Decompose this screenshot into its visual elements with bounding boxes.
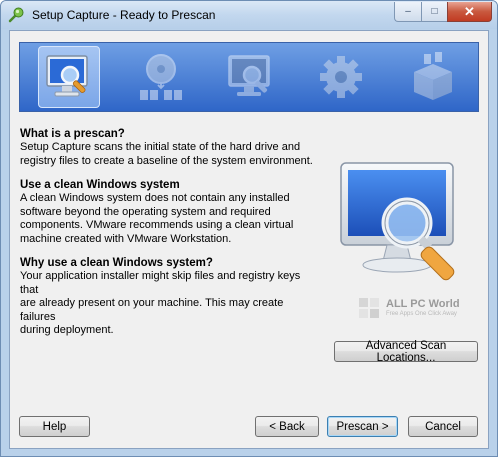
title-bar[interactable]: Setup Capture - Ready to Prescan – □ ✕	[1, 1, 497, 29]
step-prescan	[38, 46, 100, 108]
maximize-icon: □	[431, 6, 438, 17]
close-button[interactable]: ✕	[447, 2, 492, 22]
wizard-panel: What is a prescan? Setup Capture scans t…	[9, 30, 489, 449]
step-configure	[310, 46, 372, 108]
minimize-icon: –	[405, 6, 411, 17]
step-build	[402, 46, 464, 108]
close-icon: ✕	[464, 3, 475, 19]
section-text-line: during deployment.	[20, 324, 114, 336]
advanced-scan-locations-button[interactable]: Advanced Scan Locations...	[334, 340, 478, 364]
section-text-line: A clean Windows system does not contain …	[20, 192, 290, 204]
maximize-button[interactable]: □	[421, 2, 447, 22]
section-text-line: are already present on your machine. Thi…	[20, 297, 284, 323]
section-why-clean-system: Why use a clean Windows system? Your app…	[20, 257, 320, 338]
back-button[interactable]: < Back	[255, 416, 319, 437]
disc-files-icon	[140, 54, 182, 100]
package-box-icon	[414, 52, 452, 100]
watermark: ALL PC World Free Apps One Click Away	[358, 293, 478, 323]
section-text-line: Setup Capture scans the initial state of…	[20, 141, 301, 153]
section-text-line: machine created with VMware Workstation.	[20, 232, 232, 245]
watermark-logo-icon	[359, 298, 379, 318]
section-text-line: components. VMware recommends using a cl…	[20, 219, 294, 231]
description-content: What is a prescan? Setup Capture scans t…	[20, 128, 320, 349]
section-heading: Use a clean Windows system	[20, 179, 180, 191]
section-text-line: software beyond the operating system and…	[20, 205, 271, 218]
monitor-magnifier-illustration-icon	[340, 162, 455, 281]
wizard-steps-banner	[19, 42, 479, 112]
cancel-button[interactable]: Cancel	[408, 416, 478, 437]
app-icon	[8, 7, 24, 23]
section-clean-system: Use a clean Windows system A clean Windo…	[20, 179, 320, 246]
gear-icon	[320, 56, 362, 98]
monitor-magnifier-icon	[46, 55, 88, 97]
watermark-title: ALL PC World	[386, 297, 460, 310]
step-postscan	[220, 46, 282, 108]
window-title: Setup Capture - Ready to Prescan	[32, 8, 216, 22]
section-what-is-prescan: What is a prescan? Setup Capture scans t…	[20, 128, 320, 168]
watermark-text-block: ALL PC World Free Apps One Click Away	[386, 297, 460, 318]
watermark-subtitle: Free Apps One Click Away	[386, 310, 457, 317]
section-text-line: Your application installer might skip fi…	[20, 270, 301, 296]
caption-buttons: – □ ✕	[394, 2, 492, 22]
section-heading: What is a prescan?	[20, 128, 125, 140]
step-install	[130, 46, 192, 108]
help-button[interactable]: Help	[19, 416, 90, 437]
section-heading: Why use a clean Windows system?	[20, 257, 213, 269]
setup-capture-window: Setup Capture - Ready to Prescan – □ ✕ W…	[0, 0, 498, 457]
minimize-button[interactable]: –	[394, 2, 421, 22]
section-text-line: registry files to create a baseline of t…	[20, 154, 313, 167]
prescan-button[interactable]: Prescan >	[327, 416, 398, 437]
monitor-magnifier-icon	[228, 55, 270, 96]
